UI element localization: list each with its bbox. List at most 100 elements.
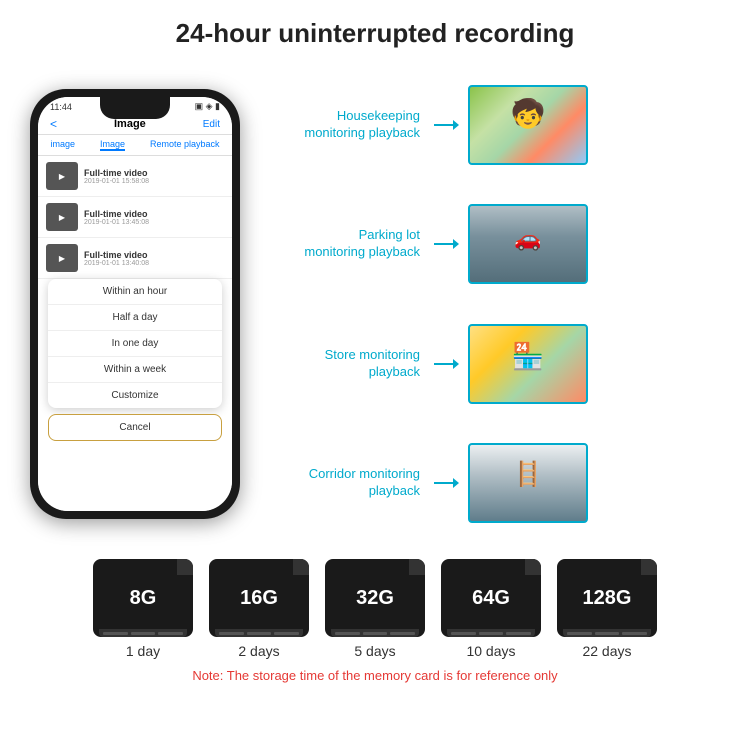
note-section: Note: The storage time of the memory car… [0,659,750,685]
phone-container: 11:44 ▣ ◈ ▮ < Image Edit image Image Rem… [20,59,250,549]
notch-line [131,632,156,635]
dropdown-item-week[interactable]: Within a week [48,357,222,383]
arrow-connector [434,363,454,365]
phone-back-button[interactable]: < [50,117,57,131]
dropdown-item-half-day[interactable]: Half a day [48,305,222,331]
video-date: 2019-01-01 15:58:08 [84,178,224,185]
sd-card-notch [331,629,419,637]
sd-card-64g: 64G [441,559,541,637]
sd-section: 8G 1 day 16G 2 days [0,549,750,659]
monitoring-image-parking [468,204,588,284]
notch-line [479,632,504,635]
arrow-connector [434,243,454,245]
video-date: 2019-01-01 13:45:08 [84,219,224,226]
arrow-line [434,243,454,245]
video-date: 2019-01-01 13:40:08 [84,260,224,267]
monitoring-label-store: Store monitoringplayback [260,347,420,381]
note-text: Note: The storage time of the memory car… [192,668,557,683]
page-header: 24-hour uninterrupted recording [0,0,750,59]
sd-card-item-32g: 32G 5 days [325,559,425,659]
monitoring-row-corridor: Corridor monitoringplayback [260,443,730,523]
tab-remote-playback[interactable]: Remote playback [150,139,220,151]
dropdown-item-one-day[interactable]: In one day [48,331,222,357]
phone-mockup: 11:44 ▣ ◈ ▮ < Image Edit image Image Rem… [30,89,240,519]
dropdown-item-within-hour[interactable]: Within an hour [48,279,222,305]
sd-card-item-64g: 64G 10 days [441,559,541,659]
notch-line [567,632,592,635]
main-content: 11:44 ▣ ◈ ▮ < Image Edit image Image Rem… [0,59,750,549]
arrow-line [434,124,454,126]
sd-card-item-8g: 8G 1 day [93,559,193,659]
phone-nav-title: Image [114,118,146,130]
notch-line [622,632,647,635]
sd-card-item-16g: 16G 2 days [209,559,309,659]
notch-line [247,632,272,635]
phone-time: 11:44 [50,102,72,112]
page-title: 24-hour uninterrupted recording [20,18,730,49]
video-info: Full-time video 2019-01-01 13:40:08 [84,250,224,267]
sd-card-size-64g: 64G [472,587,510,610]
sd-card-size-16g: 16G [240,587,278,610]
video-title: Full-time video [84,168,224,178]
sd-card-8g: 8G [93,559,193,637]
sd-card-size-128g: 128G [583,587,632,610]
monitoring-row-store: Store monitoringplayback [260,324,730,404]
notch-line [451,632,476,635]
notch-line [390,632,415,635]
sd-card-notch [99,629,187,637]
phone-notch [100,97,170,119]
notch-line [506,632,531,635]
phone-screen: 11:44 ▣ ◈ ▮ < Image Edit image Image Rem… [38,97,232,511]
sd-card-notch [215,629,303,637]
notch-line [274,632,299,635]
arrow-connector [434,124,454,126]
sd-card-32g: 32G [325,559,425,637]
notch-line [363,632,388,635]
monitoring-label-corridor: Corridor monitoringplayback [260,466,420,500]
phone-signal: ▣ ◈ ▮ [195,101,220,112]
video-title: Full-time video [84,209,224,219]
phone-dropdown: Within an hour Half a day In one day Wit… [48,279,222,408]
monitoring-label-housekeeping: Housekeepingmonitoring playback [260,108,420,142]
notch-line [103,632,128,635]
monitoring-image-corridor [468,443,588,523]
video-info: Full-time video 2019-01-01 15:58:08 [84,168,224,185]
sd-card-days-32g: 5 days [354,643,395,659]
monitoring-image-housekeeping [468,85,588,165]
sd-card-128g: 128G [557,559,657,637]
monitoring-row-housekeeping: Housekeepingmonitoring playback [260,85,730,165]
monitoring-image-store [468,324,588,404]
sd-card-item-128g: 128G 22 days [557,559,657,659]
arrow-connector [434,482,454,484]
sd-card-16g: 16G [209,559,309,637]
sd-cards-row: 8G 1 day 16G 2 days [10,559,740,659]
notch-line [335,632,360,635]
sd-card-days-128g: 22 days [582,643,631,659]
notch-line [219,632,244,635]
sd-card-days-16g: 2 days [238,643,279,659]
sd-card-size-8g: 8G [130,587,157,610]
video-thumbnail [46,244,78,272]
sd-card-notch [563,629,651,637]
list-item[interactable]: Full-time video 2019-01-01 15:58:08 [38,156,232,197]
sd-card-size-32g: 32G [356,587,394,610]
dropdown-item-customize[interactable]: Customize [48,383,222,408]
video-thumbnail [46,203,78,231]
list-item[interactable]: Full-time video 2019-01-01 13:45:08 [38,197,232,238]
monitoring-row-parking: Parking lotmonitoring playback [260,204,730,284]
sd-card-notch [447,629,535,637]
arrow-line [434,482,454,484]
sd-card-days-8g: 1 day [126,643,160,659]
right-panel: Housekeepingmonitoring playback Parking … [260,59,730,549]
phone-edit-button[interactable]: Edit [203,119,220,130]
video-title: Full-time video [84,250,224,260]
tab-image[interactable]: image [50,139,75,151]
list-item[interactable]: Full-time video 2019-01-01 13:40:08 [38,238,232,279]
monitoring-label-parking: Parking lotmonitoring playback [260,227,420,261]
notch-line [595,632,620,635]
phone-cancel-button[interactable]: Cancel [48,414,222,441]
sd-card-days-64g: 10 days [466,643,515,659]
video-info: Full-time video 2019-01-01 13:45:08 [84,209,224,226]
tab-image-active[interactable]: Image [100,139,125,151]
video-thumbnail [46,162,78,190]
